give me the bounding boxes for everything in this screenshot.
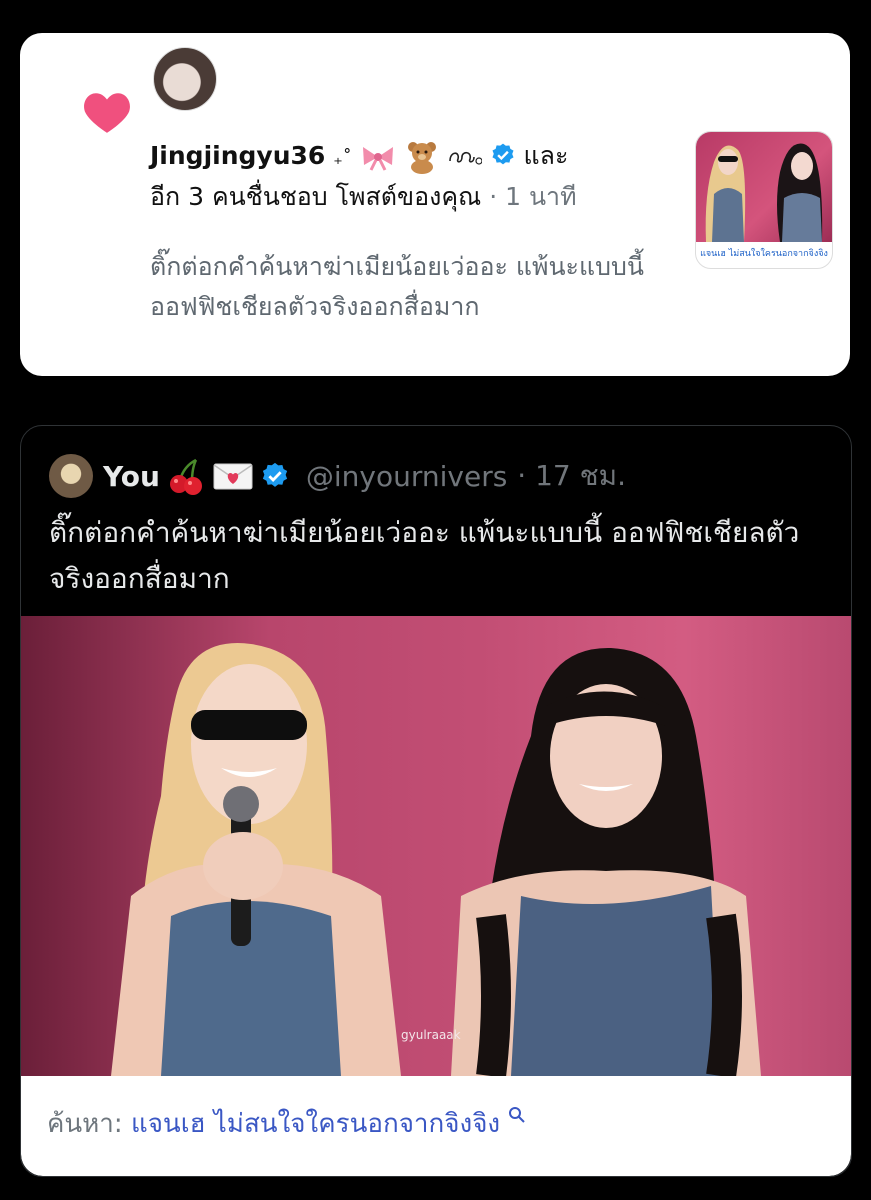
like-notification-card[interactable]: Jingjingyu36 ₊˚ และ อีก 3 คนชื่นชอบ โพสต… — [20, 33, 850, 376]
search-icon[interactable] — [508, 1106, 526, 1124]
verified-badge-icon — [262, 462, 287, 487]
name-decoration: ₊˚ — [333, 148, 352, 169]
thumbnail-caption: แจนเฮ ไม่สนใจใครนอกจากจิงจิง — [700, 249, 828, 259]
photo-illustration — [111, 643, 761, 1076]
thumbnail-image — [696, 132, 832, 242]
liked-post-text: ติ๊กต่อกคำค้นหาฆ่าเมียน้อยเว่ออะ แพ้นะแบ… — [150, 252, 644, 321]
post-author-avatar[interactable] — [49, 454, 93, 498]
post-text: ติ๊กต่อกคำค้นหาฆ่าเมียน้อยเว่ออะ แพ้นะแบ… — [49, 516, 800, 595]
heart-icon — [84, 93, 130, 133]
others-liked-text[interactable]: อีก 3 คนชื่นชอบ โพสต์ของคุณ — [150, 182, 481, 211]
post-author-name[interactable]: You — [103, 460, 160, 493]
search-suggestion-bar[interactable]: ค้นหา: แจนเฮ ไม่สนใจใครนอกจากจิงจิง — [21, 1076, 851, 1176]
post-header: You @inyournivers · 17 ชม. — [103, 454, 626, 498]
love-letter-icon — [213, 463, 253, 490]
search-prefix: ค้นหา: — [47, 1109, 123, 1139]
search-query-link[interactable]: แจนเฮ ไม่สนใจใครนอกจากจิงจิง — [131, 1109, 500, 1139]
quoted-post-card[interactable]: You @inyournivers · 17 ชม. ติ๊กต่อกคำค้น… — [20, 425, 852, 1177]
and-label: และ — [523, 141, 569, 170]
notification-time: · 1 นาที — [489, 182, 577, 211]
cherries-icon — [169, 458, 202, 495]
liked-post-thumbnail[interactable]: แจนเฮ ไม่สนใจใครนอกจากจิงจิง — [695, 131, 833, 269]
photo-watermark: gyulraaak — [401, 1028, 461, 1042]
post-author-handle[interactable]: @inyournivers — [306, 460, 507, 493]
verified-badge-icon — [492, 143, 514, 165]
liker-username[interactable]: Jingjingyu36 — [150, 141, 325, 170]
teddy-bear-icon — [407, 142, 436, 174]
avatar[interactable] — [153, 47, 217, 111]
post-time: · 17 ชม. — [517, 459, 626, 492]
post-photo[interactable]: gyulraaak — [21, 616, 851, 1076]
swirl-decoration-icon — [448, 151, 482, 165]
ribbon-icon — [362, 147, 393, 171]
notification-summary: Jingjingyu36 ₊˚ และ อีก 3 คนชื่นชอบ โพสต… — [150, 137, 670, 216]
